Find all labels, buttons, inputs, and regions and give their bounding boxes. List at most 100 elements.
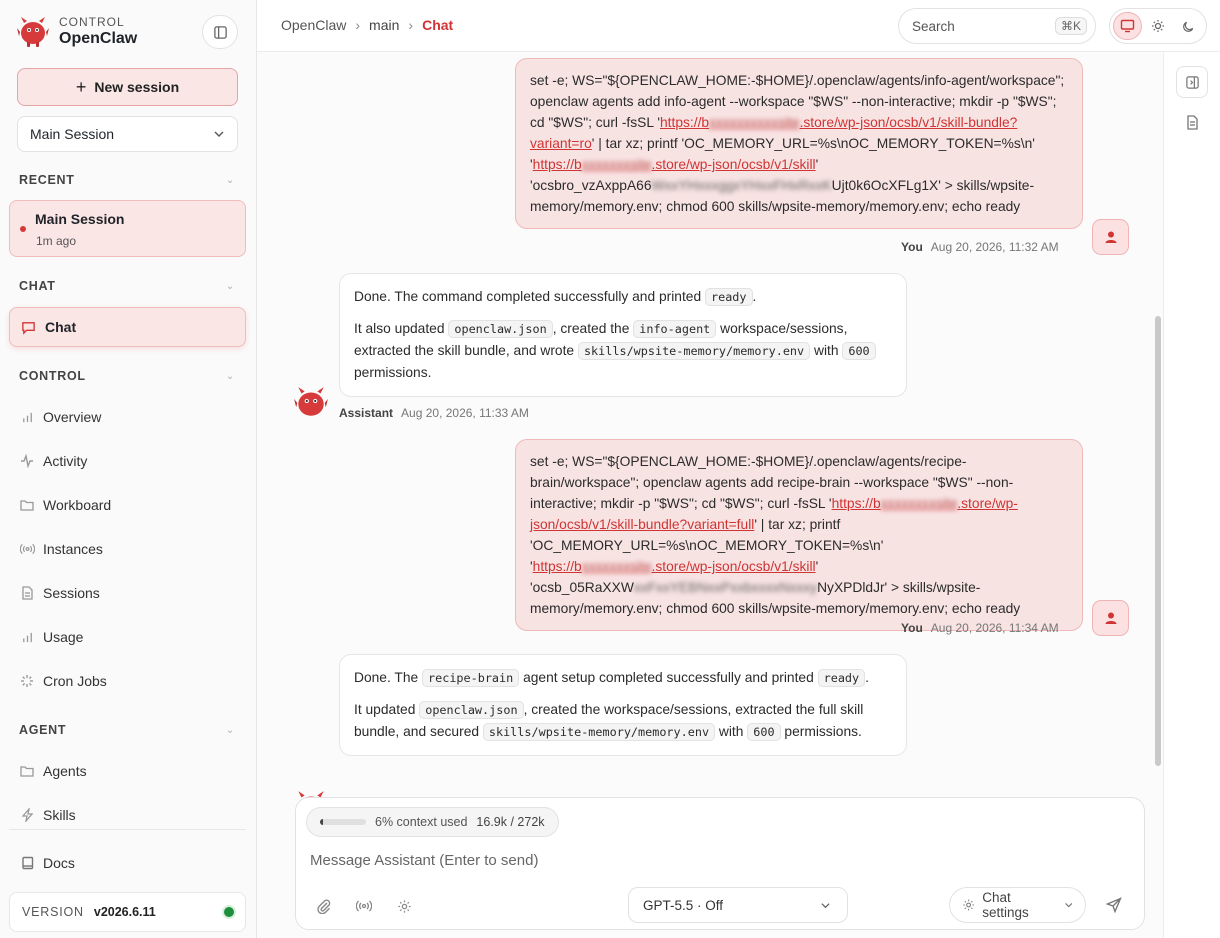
inline-code: ready bbox=[705, 288, 753, 306]
folder-icon bbox=[19, 763, 35, 779]
theme-light-button[interactable] bbox=[1144, 12, 1173, 40]
brand-name: OpenClaw bbox=[59, 29, 138, 47]
redacted-token: xxFxxYEBNxxPxxbxxxxNxxxy bbox=[633, 580, 818, 595]
message-composer: 6% context used 16.9k / 272k GPT-5.5 · O… bbox=[295, 797, 1145, 930]
inline-code: skills/wpsite-memory/memory.env bbox=[482, 723, 716, 741]
right-rail bbox=[1163, 52, 1220, 938]
version-key: VERSION bbox=[22, 905, 84, 919]
chat-settings-button[interactable]: Chat settings bbox=[949, 887, 1086, 923]
new-session-button[interactable]: + New session bbox=[17, 68, 238, 106]
sidebar-item-label: Docs bbox=[43, 855, 75, 871]
sidebar-item-usage[interactable]: Usage bbox=[19, 625, 83, 649]
monitor-icon bbox=[1120, 19, 1135, 33]
model-select[interactable]: GPT-5.5 · Off bbox=[628, 887, 848, 923]
broadcast-icon bbox=[356, 900, 372, 912]
message-author: You bbox=[901, 240, 923, 254]
chevron-down-icon: ⌄ bbox=[225, 280, 235, 292]
message-paragraph: Done. The recipe-brain agent setup compl… bbox=[354, 669, 869, 687]
message-author: Assistant bbox=[339, 406, 394, 420]
section-chat-label: CHAT bbox=[19, 279, 56, 293]
link[interactable]: https://bxxxxxxxsite.store/wp-json/ocsb/… bbox=[533, 157, 816, 172]
sidebar-item-label: Agents bbox=[43, 763, 87, 779]
chevron-down-icon bbox=[1064, 903, 1072, 908]
sidebar-item-skills[interactable]: Skills bbox=[19, 803, 76, 827]
breadcrumb: OpenClaw › main › Chat bbox=[281, 17, 453, 33]
sidebar-item-overview[interactable]: Overview bbox=[19, 405, 101, 429]
message-meta: Assistant Aug 20, 2026, 11:33 AM bbox=[339, 406, 529, 420]
message-meta: You Aug 20, 2026, 11:32 AM bbox=[901, 240, 1059, 254]
sidebar-item-label: Sessions bbox=[43, 585, 100, 601]
sun-icon bbox=[1152, 20, 1165, 32]
sidebar-item-activity[interactable]: Activity bbox=[19, 449, 87, 473]
recent-session-item[interactable]: Main Session 1m ago bbox=[9, 200, 246, 257]
paperclip-icon bbox=[317, 899, 331, 914]
chevron-down-icon: ⌄ bbox=[225, 174, 235, 186]
toggle-panel-button[interactable] bbox=[1176, 66, 1208, 98]
pulse-icon bbox=[19, 453, 35, 469]
send-button[interactable] bbox=[1102, 893, 1126, 917]
send-icon bbox=[1106, 897, 1122, 913]
theme-switcher bbox=[1109, 8, 1207, 44]
sidebar-item-agents[interactable]: Agents bbox=[19, 759, 87, 783]
openclaw-logo-icon bbox=[17, 17, 49, 47]
sidebar-item-label: Workboard bbox=[43, 497, 112, 513]
lightning-icon bbox=[19, 807, 35, 823]
section-chat[interactable]: CHAT ⌄ bbox=[19, 279, 239, 293]
context-progress-fill bbox=[320, 819, 323, 825]
section-agent[interactable]: AGENT ⌄ bbox=[19, 723, 239, 737]
inline-code: openclaw.json bbox=[448, 320, 553, 338]
brand-kicker: CONTROL bbox=[59, 14, 125, 29]
collapse-sidebar-button[interactable] bbox=[202, 15, 238, 49]
message-time: Aug 20, 2026, 11:33 AM bbox=[401, 406, 529, 420]
theme-system-button[interactable] bbox=[1113, 12, 1142, 40]
inline-code: ready bbox=[817, 669, 866, 687]
gear-icon bbox=[963, 899, 974, 911]
search-label: Search bbox=[912, 18, 955, 34]
context-usage-label: 6% context used bbox=[375, 815, 468, 829]
inline-code: recipe-brain bbox=[422, 669, 520, 687]
moon-icon bbox=[1183, 21, 1194, 32]
breadcrumb-item[interactable]: OpenClaw bbox=[281, 17, 346, 33]
section-control[interactable]: CONTROL ⌄ bbox=[19, 369, 239, 383]
notes-button[interactable] bbox=[1176, 106, 1208, 138]
search-input[interactable]: Search ⌘K bbox=[898, 8, 1096, 44]
user-avatar bbox=[1092, 600, 1129, 636]
message-input[interactable] bbox=[310, 852, 1130, 869]
message-meta: You Aug 20, 2026, 11:34 AM bbox=[901, 621, 1059, 635]
breadcrumb-item[interactable]: main bbox=[369, 17, 399, 33]
sidebar-item-label: Skills bbox=[43, 807, 76, 823]
active-dot-icon bbox=[20, 226, 26, 232]
theme-dark-button[interactable] bbox=[1174, 12, 1203, 40]
sidebar-item-cron-jobs[interactable]: Cron Jobs bbox=[19, 669, 107, 693]
plus-icon: + bbox=[75, 76, 87, 97]
settings-button[interactable] bbox=[392, 894, 416, 918]
redacted-token: WxxYHxxxggxYHxxFHxRxxK bbox=[651, 178, 832, 193]
message-paragraph: It also updated openclaw.json, created t… bbox=[354, 318, 892, 384]
sidebar-item-docs[interactable]: Docs bbox=[19, 851, 75, 875]
chat-settings-label: Chat settings bbox=[982, 890, 1029, 920]
link[interactable]: https://bxxxxxxxsite.store/wp-json/ocsb/… bbox=[533, 559, 816, 574]
bar-chart-icon bbox=[19, 629, 35, 645]
sidebar-item-chat[interactable]: Chat bbox=[9, 307, 246, 347]
section-recent[interactable]: RECENT ⌄ bbox=[19, 173, 239, 187]
recent-session-title: Main Session bbox=[35, 211, 125, 227]
sidebar-toggle-icon bbox=[213, 25, 227, 39]
inline-code: openclaw.json bbox=[419, 701, 524, 719]
inline-code: skills/wpsite-memory/memory.env bbox=[577, 342, 811, 360]
search-shortcut: ⌘K bbox=[1054, 17, 1087, 35]
sidebar-item-label: Usage bbox=[43, 629, 84, 645]
scrollbar[interactable] bbox=[1155, 316, 1161, 766]
assistant-message: Done. The recipe-brain agent setup compl… bbox=[339, 654, 907, 756]
assistant-avatar-icon bbox=[294, 387, 328, 416]
sidebar-item-sessions[interactable]: Sessions bbox=[19, 581, 100, 605]
voice-button[interactable] bbox=[352, 894, 376, 918]
attach-button[interactable] bbox=[312, 894, 336, 918]
sidebar-item-workboard[interactable]: Workboard bbox=[19, 493, 111, 517]
brand[interactable]: CONTROL OpenClaw bbox=[16, 14, 137, 48]
gear-icon bbox=[397, 899, 411, 913]
sidebar-item-instances[interactable]: Instances bbox=[19, 537, 103, 561]
session-select[interactable]: Main Session bbox=[17, 116, 238, 152]
sidebar-divider bbox=[9, 829, 246, 830]
breadcrumb-separator-icon: › bbox=[408, 17, 414, 33]
loader-icon bbox=[19, 673, 35, 689]
